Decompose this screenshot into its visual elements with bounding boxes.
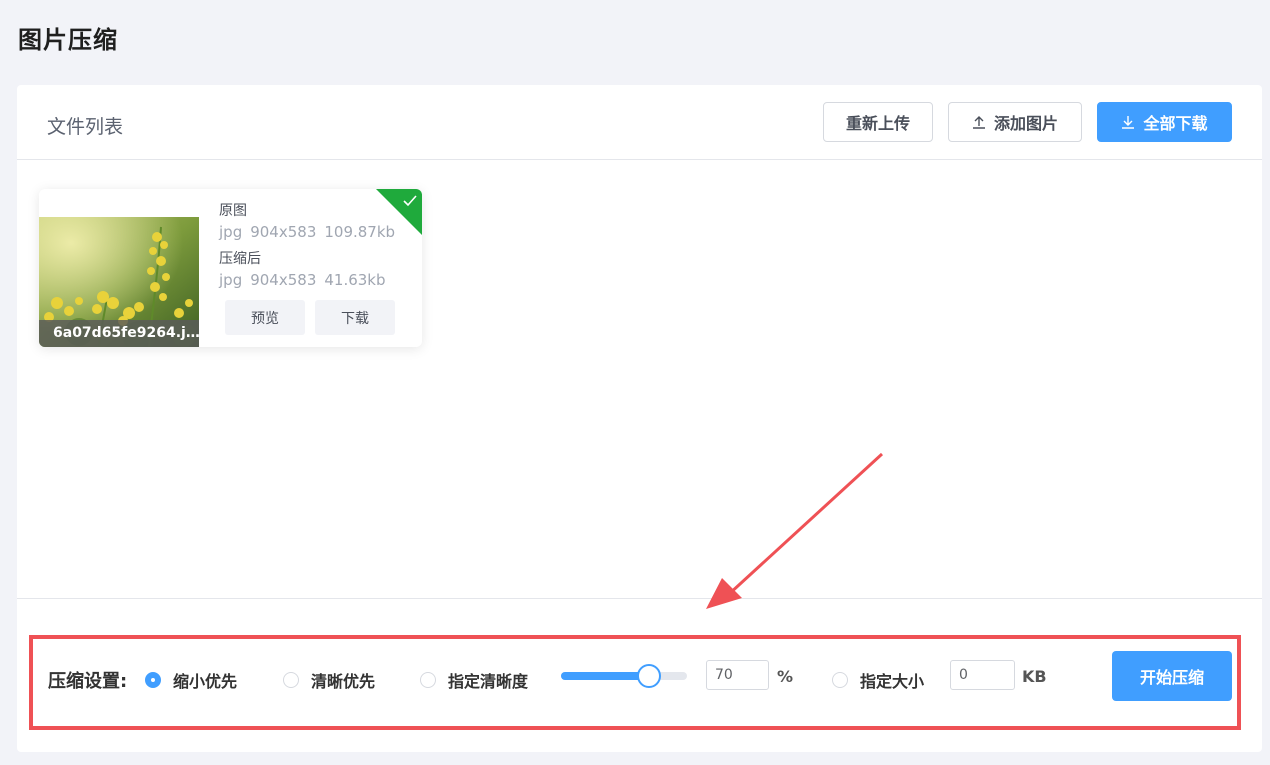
reupload-button[interactable]: 重新上传 xyxy=(823,102,933,142)
compressed-format: jpg xyxy=(219,271,243,289)
radio-clarity-first[interactable]: 清晰优先 xyxy=(283,668,375,692)
percent-unit: % xyxy=(777,667,794,686)
slider-fill xyxy=(561,672,650,680)
image-thumbnail[interactable]: 6a07d65fe9264.j… xyxy=(39,217,199,347)
upload-icon xyxy=(972,115,986,129)
quality-input[interactable] xyxy=(706,660,769,690)
size-input[interactable] xyxy=(950,660,1015,690)
check-icon xyxy=(403,192,417,211)
radio-shrink-first-label: 缩小优先 xyxy=(173,672,238,691)
compressed-label: 压缩后 xyxy=(219,251,261,267)
file-list-title: 文件列表 xyxy=(47,116,124,138)
divider xyxy=(17,598,1262,599)
compressed-dimensions: 904x583 xyxy=(250,271,317,289)
download-icon xyxy=(1121,115,1135,129)
slider-thumb[interactable] xyxy=(637,664,662,688)
radio-specify-clarity-label: 指定清晰度 xyxy=(448,672,529,691)
file-card: 6a07d65fe9264.j… 原图 jpg 904x583 109.87kb 压… xyxy=(39,189,422,347)
radio-dot xyxy=(832,672,848,688)
add-image-button[interactable]: 添加图片 xyxy=(948,102,1082,142)
radio-dot-checked xyxy=(145,672,161,688)
compression-settings: 压缩设置: 缩小优先 清晰优先 指定清晰度 % 指定大小 KB 开始压缩 xyxy=(29,635,1241,730)
radio-clarity-first-label: 清晰优先 xyxy=(311,672,376,691)
radio-shrink-first[interactable]: 缩小优先 xyxy=(145,668,237,692)
settings-label: 压缩设置: xyxy=(48,671,128,692)
radio-dot xyxy=(283,672,299,688)
radio-specify-size[interactable]: 指定大小 xyxy=(832,668,924,692)
panel-header: 文件列表 重新上传 添加图片 全部下载 xyxy=(17,85,1262,160)
radio-specify-size-label: 指定大小 xyxy=(860,672,925,691)
compressed-size: 41.63kb xyxy=(324,271,386,289)
original-dimensions: 904x583 xyxy=(250,223,317,241)
download-all-button[interactable]: 全部下载 xyxy=(1097,102,1232,142)
start-compress-button[interactable]: 开始压缩 xyxy=(1112,651,1232,701)
file-name: 6a07d65fe9264.j… xyxy=(39,320,199,347)
add-image-label: 添加图片 xyxy=(993,114,1058,133)
download-all-label: 全部下载 xyxy=(1143,114,1208,133)
kb-unit: KB xyxy=(1022,667,1047,686)
quality-slider[interactable] xyxy=(561,664,687,688)
original-format: jpg xyxy=(219,223,243,241)
preview-button[interactable]: 预览 xyxy=(225,300,305,335)
reupload-label: 重新上传 xyxy=(845,114,910,133)
radio-specify-clarity[interactable]: 指定清晰度 xyxy=(420,668,528,692)
radio-dot xyxy=(420,672,436,688)
page-title: 图片压缩 xyxy=(18,26,118,54)
download-button[interactable]: 下载 xyxy=(315,300,395,335)
compressed-meta: jpg 904x583 41.63kb xyxy=(219,269,403,291)
